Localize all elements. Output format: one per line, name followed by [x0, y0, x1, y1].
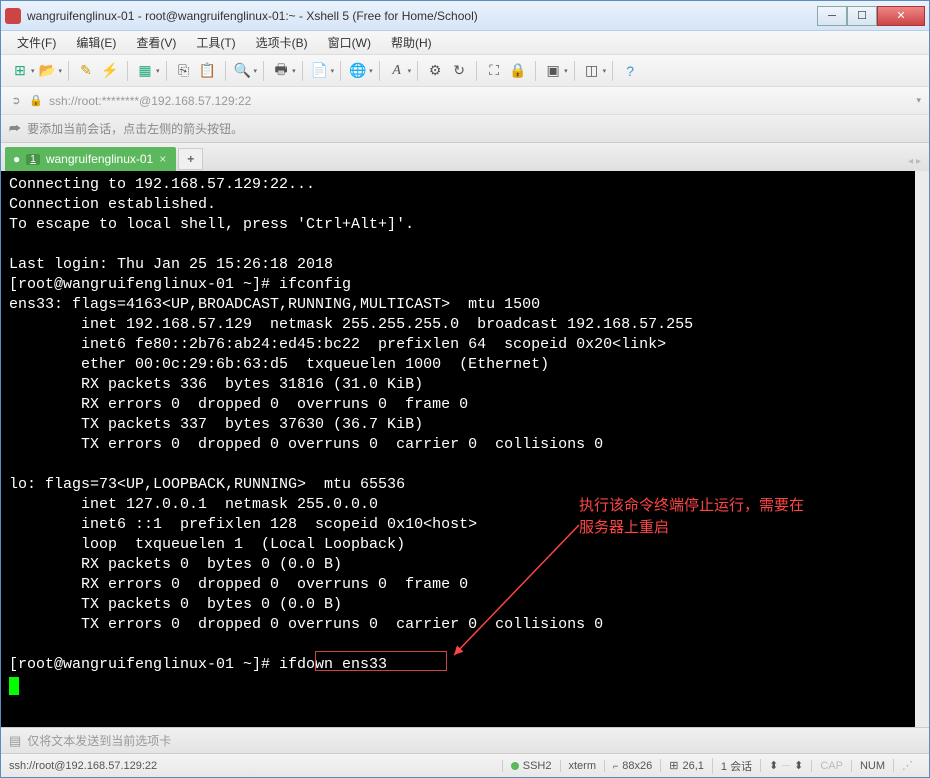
- dropdown-arrow-icon[interactable]: ▾: [59, 67, 63, 75]
- send-placeholder[interactable]: 仅将文本发送到当前选项卡: [27, 732, 171, 749]
- separator: [417, 61, 418, 81]
- font-icon[interactable]: A: [386, 60, 408, 82]
- dropdown-arrow-icon[interactable]: ▾: [369, 67, 373, 75]
- status-grip[interactable]: ⋰: [893, 759, 921, 772]
- separator: [612, 61, 613, 81]
- reconnect-icon[interactable]: ✎: [75, 60, 97, 82]
- address-bar: ➲ 🔒 ssh://root:********@192.168.57.129:2…: [1, 87, 929, 115]
- status-sessions: 1 会话: [712, 758, 760, 774]
- tab-nav[interactable]: ◂ ▸: [904, 152, 925, 171]
- split-icon[interactable]: ◫: [581, 60, 603, 82]
- menu-view[interactable]: 查看(V): [128, 32, 184, 53]
- dropdown-arrow-icon[interactable]: ▾: [564, 67, 568, 75]
- globe-icon[interactable]: 🌐: [347, 60, 369, 82]
- separator: [68, 61, 69, 81]
- copy-icon[interactable]: ⎘: [173, 60, 195, 82]
- new-session-icon[interactable]: ⊞: [9, 60, 31, 82]
- separator: [379, 61, 380, 81]
- app-icon: [5, 8, 21, 24]
- terminal-cursor: [9, 677, 19, 695]
- tab-number: 1: [26, 154, 40, 165]
- separator: [302, 61, 303, 81]
- status-position: ⊞ 26,1: [660, 759, 712, 772]
- layout-icon[interactable]: ▣: [542, 60, 564, 82]
- tab-bar: ● 1 wangruifenglinux-01 × + ◂ ▸: [1, 143, 929, 171]
- terminal-output: Connecting to 192.168.57.129:22... Conne…: [9, 176, 693, 673]
- menu-window[interactable]: 窗口(W): [320, 32, 379, 53]
- dropdown-arrow-icon[interactable]: ▾: [292, 67, 296, 75]
- disconnect-icon[interactable]: ⚡: [99, 60, 121, 82]
- separator: [476, 61, 477, 81]
- add-tab-button[interactable]: +: [178, 148, 203, 170]
- separator: [340, 61, 341, 81]
- status-term: xterm: [560, 760, 605, 772]
- properties-icon[interactable]: ▦: [134, 60, 156, 82]
- dropdown-arrow-icon[interactable]: ▾: [254, 67, 258, 75]
- close-button[interactable]: ✕: [877, 6, 925, 26]
- status-connection: ssh://root@192.168.57.129:22: [9, 760, 502, 772]
- address-text[interactable]: ssh://root:********@192.168.57.129:22: [49, 94, 910, 108]
- open-folder-icon[interactable]: 📂: [37, 60, 59, 82]
- gear-icon[interactable]: ⚙: [424, 60, 446, 82]
- info-bar: ⮫ 要添加当前会话，点击左侧的箭头按钮。: [1, 115, 929, 143]
- menu-tab[interactable]: 选项卡(B): [248, 32, 316, 53]
- dropdown-arrow-icon[interactable]: ▾: [603, 67, 607, 75]
- send-bar: ▤ 仅将文本发送到当前选项卡: [1, 727, 929, 753]
- status-ssh: SSH2: [502, 760, 560, 772]
- status-dot-icon: [511, 762, 519, 770]
- status-scroll[interactable]: ⬍ ─ ⬍: [760, 759, 811, 772]
- window-controls: ─ ☐ ✕: [817, 6, 925, 26]
- dropdown-arrow-icon[interactable]: ▾: [408, 67, 412, 75]
- fullscreen-icon[interactable]: ⛶: [483, 60, 505, 82]
- print-icon[interactable]: 🖶: [270, 60, 292, 82]
- separator: [535, 61, 536, 81]
- dropdown-arrow-icon[interactable]: ▾: [156, 67, 160, 75]
- lock-icon[interactable]: 🔒: [507, 60, 529, 82]
- annotation-arrow: [449, 515, 589, 665]
- lock-icon: 🔒: [29, 94, 43, 108]
- tab-close-icon[interactable]: ×: [159, 152, 166, 166]
- status-num: NUM: [851, 760, 893, 772]
- window-title: wangruifenglinux-01 - root@wangruifengli…: [27, 9, 817, 23]
- add-session-icon[interactable]: ⮫: [9, 121, 21, 137]
- status-size: ⌐ 88x26: [604, 760, 660, 772]
- window-titlebar: wangruifenglinux-01 - root@wangruifengli…: [1, 1, 929, 31]
- separator: [225, 61, 226, 81]
- separator: [127, 61, 128, 81]
- separator: [263, 61, 264, 81]
- dropdown-arrow-icon[interactable]: ▾: [331, 67, 335, 75]
- maximize-button[interactable]: ☐: [847, 6, 877, 26]
- menu-edit[interactable]: 编辑(E): [68, 32, 124, 53]
- menu-bar: 文件(F) 编辑(E) 查看(V) 工具(T) 选项卡(B) 窗口(W) 帮助(…: [1, 31, 929, 55]
- status-cap: CAP: [811, 760, 851, 772]
- bookmark-icon[interactable]: ➲: [9, 94, 23, 108]
- paste-icon[interactable]: 📋: [197, 60, 219, 82]
- annotation-text: 执行该命令终端停止运行，需要在 服务器上重启: [579, 495, 804, 539]
- minimize-button[interactable]: ─: [817, 6, 847, 26]
- menu-file[interactable]: 文件(F): [9, 32, 64, 53]
- dropdown-arrow-icon[interactable]: ▾: [916, 95, 921, 106]
- refresh-icon[interactable]: ↻: [448, 60, 470, 82]
- annotation-box: [315, 651, 447, 671]
- separator: [574, 61, 575, 81]
- send-icon[interactable]: ▤: [9, 733, 21, 749]
- dropdown-arrow-icon[interactable]: ▾: [31, 67, 35, 75]
- separator: [166, 61, 167, 81]
- bullet-icon: ●: [13, 152, 20, 166]
- menu-tools[interactable]: 工具(T): [188, 32, 243, 53]
- status-bar: ssh://root@192.168.57.129:22 SSH2 xterm …: [1, 753, 929, 777]
- search-icon[interactable]: 🔍: [232, 60, 254, 82]
- toolbar: ⊞▾ 📂▾ ✎ ⚡ ▦▾ ⎘ 📋 🔍▾ 🖶▾ 📄▾ 🌐▾ A▾ ⚙ ↻ ⛶ 🔒 …: [1, 55, 929, 87]
- tab-label: wangruifenglinux-01: [46, 152, 153, 166]
- menu-help[interactable]: 帮助(H): [383, 32, 440, 53]
- terminal-area[interactable]: Connecting to 192.168.57.129:22... Conne…: [1, 171, 929, 727]
- script-icon[interactable]: 📄: [309, 60, 331, 82]
- session-tab[interactable]: ● 1 wangruifenglinux-01 ×: [5, 147, 176, 171]
- help-icon[interactable]: ?: [619, 60, 641, 82]
- info-text: 要添加当前会话，点击左侧的箭头按钮。: [27, 120, 243, 137]
